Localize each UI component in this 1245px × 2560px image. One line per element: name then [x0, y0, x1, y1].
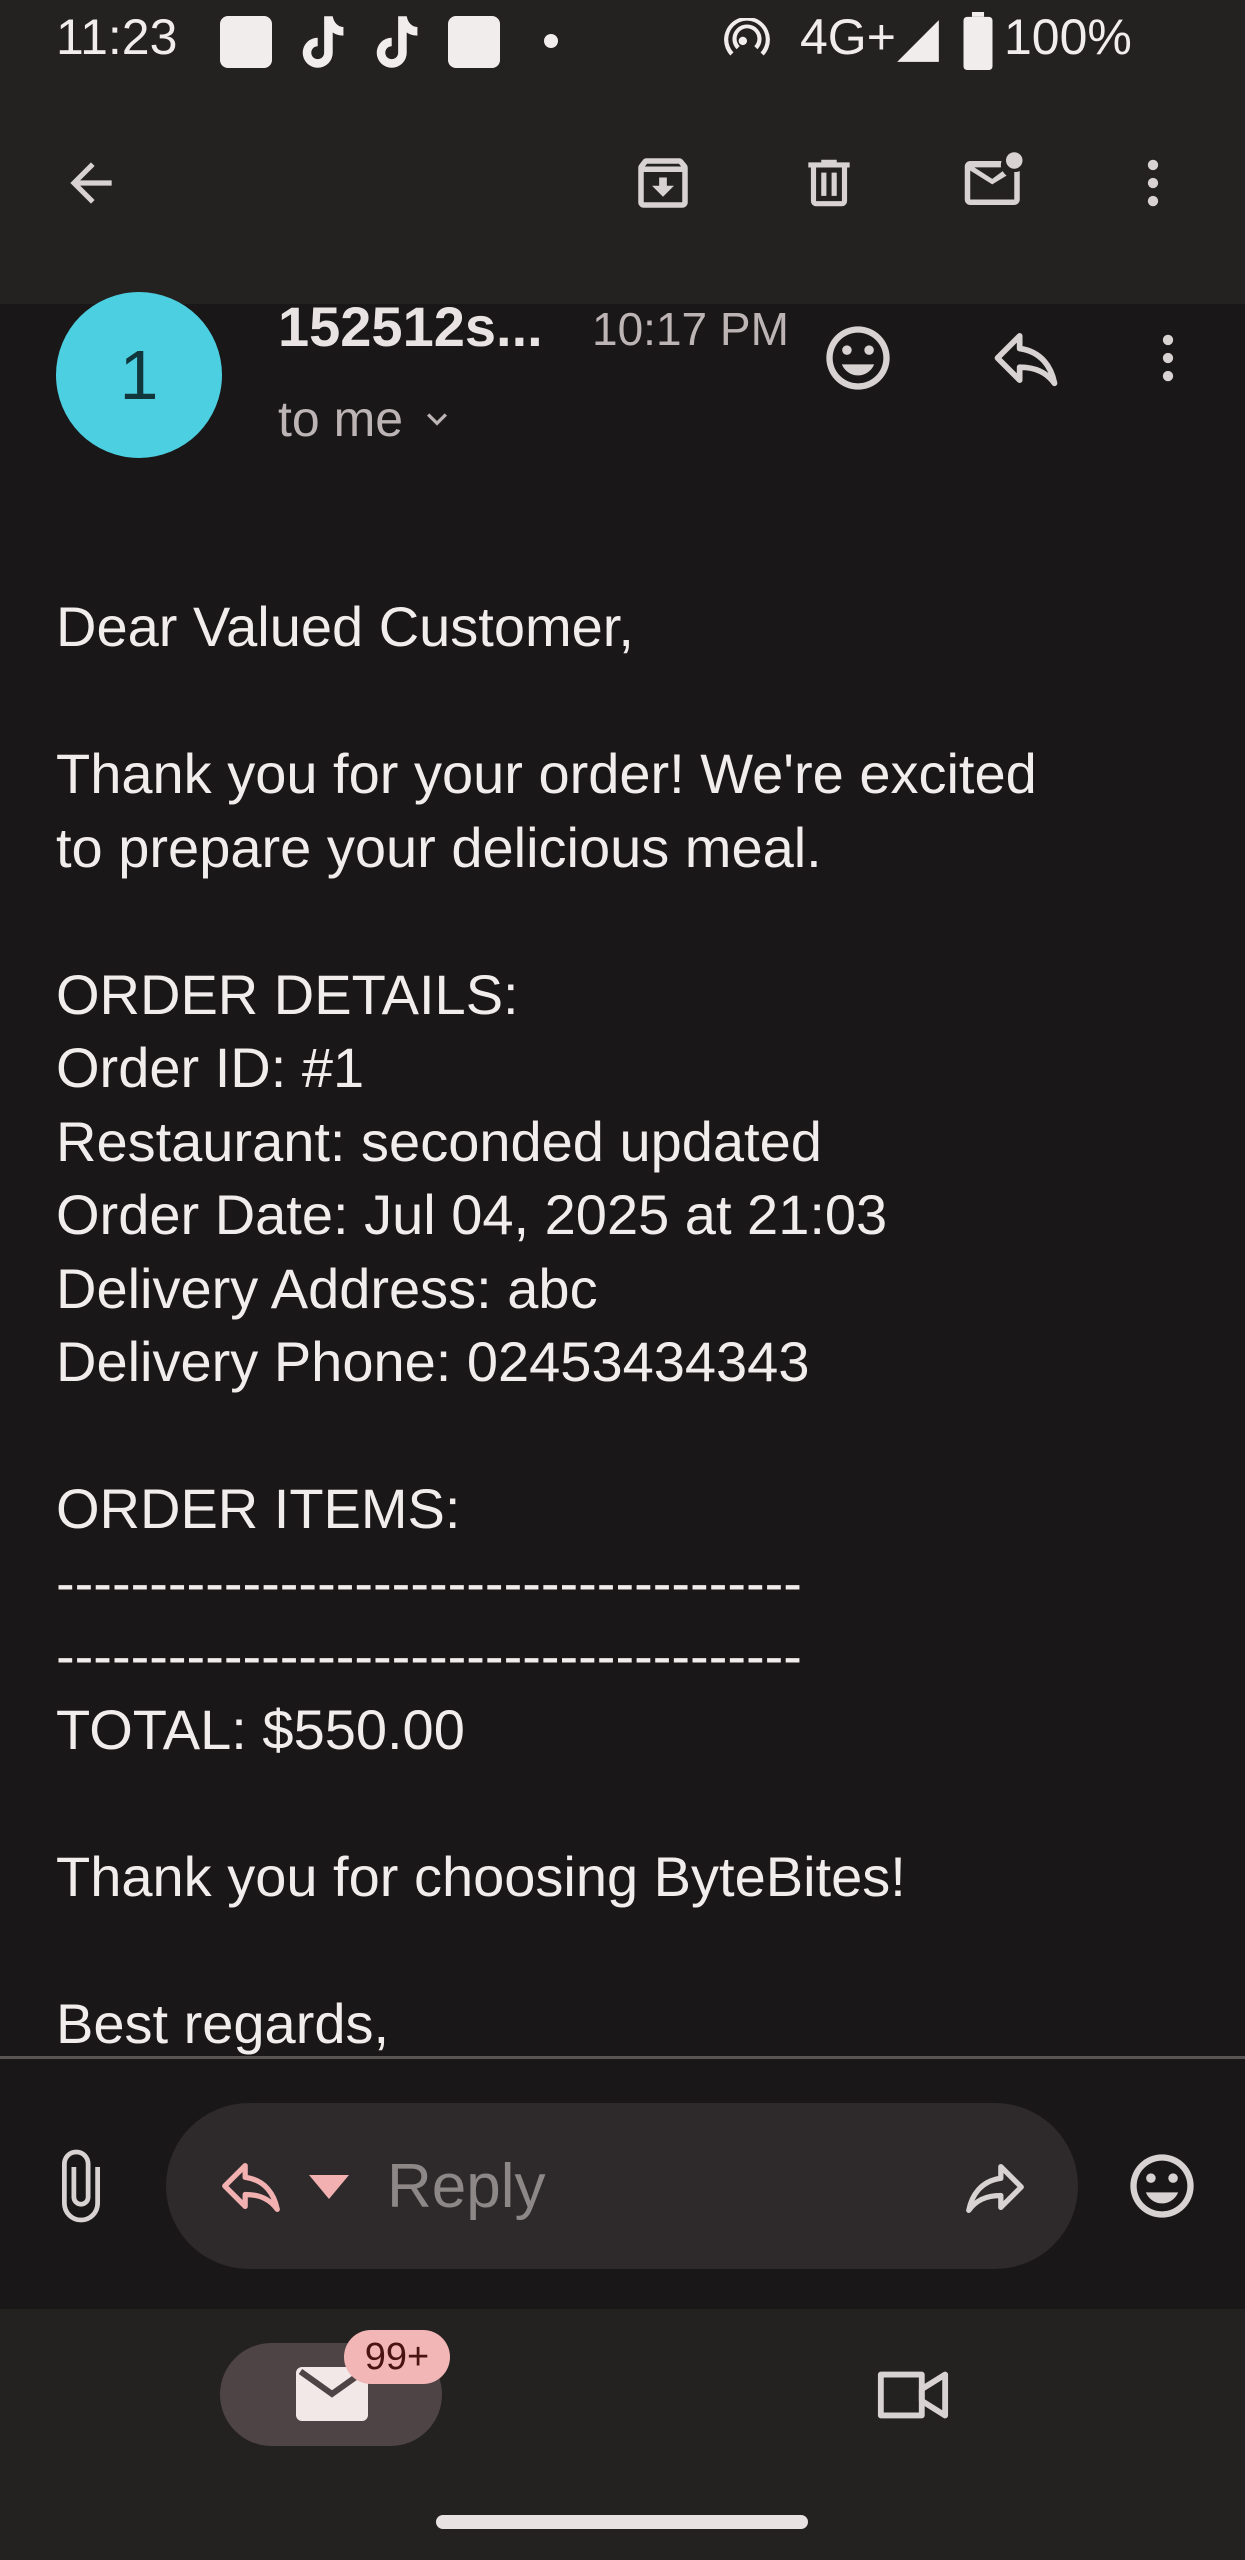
recipient-label: to me — [278, 391, 404, 447]
more-options-button[interactable] — [1108, 138, 1198, 228]
emoji-button[interactable] — [1114, 2138, 1210, 2234]
more-vert-icon — [1147, 159, 1159, 207]
message-body-line: Delivery Address: abc — [56, 1256, 598, 1320]
message-body-line: ORDER DETAILS: — [56, 962, 519, 1026]
attachment-icon — [62, 2149, 100, 2223]
network-type: 4G+ — [800, 9, 896, 65]
reply-type-dropdown[interactable] — [302, 2160, 356, 2214]
back-button[interactable] — [46, 138, 136, 228]
caret-down-icon — [309, 2175, 349, 2199]
add-reaction-button[interactable] — [810, 310, 906, 406]
message-body-line: Thank you for choosing ByteBites! — [56, 1844, 906, 1908]
message-body-line: Delivery Phone: 02453434343 — [56, 1330, 810, 1393]
message-body-line — [56, 1766, 1196, 1840]
attach-button[interactable] — [36, 2138, 126, 2234]
message-more-button[interactable] — [1120, 310, 1216, 406]
message-body-line: Restaurant: seconded updated — [56, 1109, 822, 1173]
back-arrow-icon — [70, 162, 112, 204]
forward-icon — [966, 2163, 1024, 2213]
message-body-line — [56, 664, 1196, 738]
emoji-icon — [1130, 2154, 1194, 2218]
mark-unread-icon — [964, 152, 1023, 205]
forward-button[interactable] — [950, 2142, 1040, 2232]
message-body-line — [56, 1913, 1196, 1987]
status-bar: 11:23 4G+ 100% — [0, 0, 1245, 86]
more-notifications-dot — [544, 34, 558, 48]
hotspot-icon — [722, 18, 772, 68]
nav-meet-tab[interactable] — [868, 2350, 958, 2440]
message-body-line: Thank you for your order! We're excited — [56, 742, 1037, 805]
reply-type-button[interactable] — [208, 2148, 294, 2224]
emoji-icon — [826, 326, 890, 390]
reply-placeholder[interactable]: Reply — [387, 2151, 546, 2222]
battery-percent: 100% — [1004, 9, 1132, 65]
message-body-line: Order ID: #1 — [56, 1036, 365, 1099]
sender-avatar[interactable]: 1 — [56, 292, 222, 458]
notification-square-icon — [448, 16, 500, 68]
unread-count-badge: 99+ — [344, 2330, 450, 2384]
message-body-line — [56, 1399, 1196, 1473]
battery-icon — [963, 12, 993, 70]
reply-icon — [222, 2162, 280, 2212]
reply-button[interactable] — [978, 310, 1074, 406]
message-body-line: Best regards, — [56, 1991, 390, 2055]
archive-button[interactable] — [618, 138, 708, 228]
more-vert-icon — [1162, 334, 1174, 382]
top-app-bar — [0, 86, 1245, 304]
notification-square-icon — [220, 16, 272, 68]
sender-name[interactable]: 152512s... — [278, 294, 543, 359]
message-body-line: ORDER ITEMS: — [56, 1477, 461, 1540]
message-body-line: ---------------------------------------- — [56, 1550, 802, 1614]
delete-button[interactable] — [784, 138, 874, 228]
message-body-line: Order Date: Jul 04, 2025 at 21:03 — [56, 1183, 888, 1246]
delete-icon — [808, 159, 850, 207]
chevron-down-icon — [427, 413, 448, 426]
mark-unread-button[interactable] — [950, 138, 1040, 228]
tiktok-icon — [370, 12, 422, 72]
signal-icon — [893, 16, 943, 66]
message-body: Dear Valued Customer, Thank you for your … — [56, 590, 1196, 2060]
message-body-line — [56, 884, 1196, 958]
message-body-line: to prepare your delicious meal. — [56, 815, 822, 879]
message-body-line: TOTAL: $550.00 — [56, 1697, 465, 1761]
message-time: 10:17 PM — [592, 303, 789, 355]
tiktok-icon — [296, 12, 348, 72]
video-camera-icon — [877, 2371, 949, 2419]
recipient-details-toggle[interactable]: to me — [278, 390, 457, 448]
reply-icon — [994, 332, 1058, 387]
message-body-line: ---------------------------------------- — [56, 1624, 802, 1687]
home-indicator[interactable] — [436, 2515, 808, 2529]
archive-icon — [638, 158, 688, 208]
message-body-line: Dear Valued Customer, — [56, 595, 634, 658]
status-time: 11:23 — [56, 9, 178, 65]
